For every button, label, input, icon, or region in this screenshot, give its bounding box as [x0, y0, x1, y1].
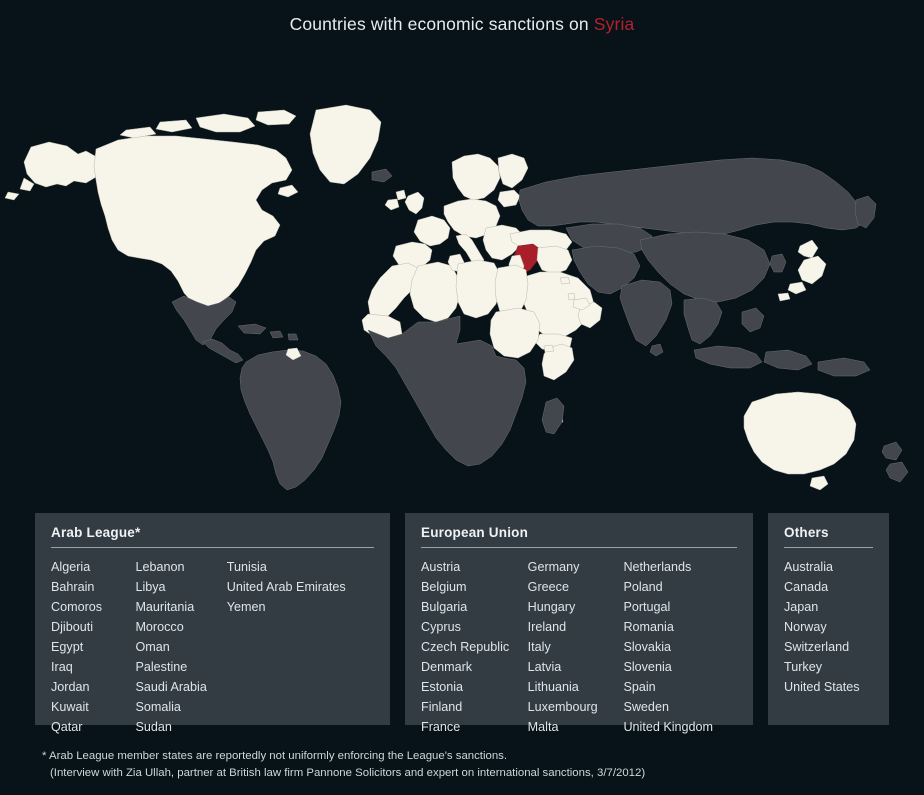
list-item[interactable]: Comoros — [51, 597, 135, 617]
panel-column: Tunisia United Arab Emirates Yemen — [227, 557, 374, 737]
list-item[interactable]: Tunisia — [227, 557, 374, 577]
infographic-root: Countries with economic sanctions on Syr… — [0, 0, 924, 795]
list-item[interactable]: Sweden — [623, 697, 737, 717]
list-item[interactable]: United Arab Emirates — [227, 577, 374, 597]
list-item[interactable]: Iraq — [51, 657, 135, 677]
list-item[interactable]: Lithuania — [528, 677, 624, 697]
title-subject: Syria — [593, 13, 635, 34]
panel-columns: Australia Canada Japan Norway Switzerlan… — [784, 557, 873, 697]
list-item[interactable]: Saudi Arabia — [135, 677, 226, 697]
list-item[interactable]: Kuwait — [51, 697, 135, 717]
panel-divider — [784, 547, 873, 548]
footnote-line-1: * Arab League member states are reported… — [42, 750, 508, 762]
list-item[interactable]: Yemen — [227, 597, 374, 617]
panel-columns: Austria Belgium Bulgaria Cyprus Czech Re… — [421, 557, 737, 737]
list-item[interactable]: Egypt — [51, 637, 135, 657]
panel-column: Australia Canada Japan Norway Switzerlan… — [784, 557, 873, 697]
list-item[interactable]: Libya — [135, 577, 226, 597]
list-item[interactable]: Romania — [623, 617, 737, 637]
list-item[interactable]: Palestine — [135, 657, 226, 677]
list-item[interactable]: Denmark — [421, 657, 528, 677]
list-item[interactable]: United Kingdom — [623, 717, 737, 737]
list-item[interactable]: Cyprus — [421, 617, 528, 637]
list-item[interactable]: Austria — [421, 557, 528, 577]
title-bar: Countries with economic sanctions on Syr… — [0, 0, 924, 48]
list-item[interactable]: Switzerland — [784, 637, 873, 657]
list-item[interactable]: Oman — [135, 637, 226, 657]
list-item[interactable]: Norway — [784, 617, 873, 637]
panel-european-union: European Union Austria Belgium Bulgaria … — [405, 513, 753, 734]
panel-columns: Algeria Bahrain Comoros Djibouti Egypt I… — [51, 557, 374, 737]
panel-column: Netherlands Poland Portugal Romania Slov… — [623, 557, 737, 737]
footnote-line-2: (Interview with Zia Ullah, partner at Br… — [50, 767, 646, 779]
list-item[interactable]: Lebanon — [135, 557, 226, 577]
panel-divider — [421, 547, 737, 548]
list-item[interactable]: Slovakia — [623, 637, 737, 657]
list-item[interactable]: Morocco — [135, 617, 226, 637]
panel-arab-league: Arab League* Algeria Bahrain Comoros Dji… — [35, 513, 390, 734]
list-item[interactable]: Ireland — [528, 617, 624, 637]
list-item[interactable]: Greece — [528, 577, 624, 597]
list-item[interactable]: Belgium — [421, 577, 528, 597]
country-panels: Arab League* Algeria Bahrain Comoros Dji… — [0, 513, 924, 735]
list-item[interactable]: Malta — [528, 717, 624, 737]
page-title: Countries with economic sanctions on Syr… — [290, 14, 635, 35]
list-item[interactable]: Somalia — [135, 697, 226, 717]
panel-heading-others: Others — [784, 525, 829, 540]
panel-column: Austria Belgium Bulgaria Cyprus Czech Re… — [421, 557, 528, 737]
list-item[interactable]: Latvia — [528, 657, 624, 677]
title-prefix: Countries with economic sanctions on — [289, 13, 594, 34]
list-item[interactable]: United States — [784, 677, 873, 697]
list-item[interactable]: Bulgaria — [421, 597, 528, 617]
list-item[interactable]: Netherlands — [623, 557, 737, 577]
list-item[interactable]: Germany — [528, 557, 624, 577]
list-item[interactable]: Qatar — [51, 717, 135, 737]
list-item[interactable]: Japan — [784, 597, 873, 617]
list-item[interactable]: Italy — [528, 637, 624, 657]
list-item[interactable]: Canada — [784, 577, 873, 597]
list-item[interactable]: Jordan — [51, 677, 135, 697]
panel-heading-european-union: European Union — [421, 525, 529, 540]
list-item[interactable]: Czech Republic — [421, 637, 528, 657]
list-item[interactable]: Estonia — [421, 677, 528, 697]
panel-column: Lebanon Libya Mauritania Morocco Oman Pa… — [135, 557, 226, 737]
list-item[interactable]: Slovenia — [623, 657, 737, 677]
panel-column: Algeria Bahrain Comoros Djibouti Egypt I… — [51, 557, 135, 737]
list-item[interactable]: Luxembourg — [528, 697, 624, 717]
panel-column: Germany Greece Hungary Ireland Italy Lat… — [528, 557, 624, 737]
footnote: * Arab League member states are reported… — [42, 748, 902, 782]
panel-others: Others Australia Canada Japan Norway Swi… — [768, 513, 889, 725]
list-item[interactable]: France — [421, 717, 528, 737]
list-item[interactable]: Portugal — [623, 597, 737, 617]
list-item[interactable]: Spain — [623, 677, 737, 697]
list-item[interactable]: Turkey — [784, 657, 873, 677]
list-item[interactable]: Algeria — [51, 557, 135, 577]
panel-divider — [51, 547, 374, 548]
list-item[interactable]: Finland — [421, 697, 528, 717]
list-item[interactable]: Djibouti — [51, 617, 135, 637]
list-item[interactable]: Mauritania — [135, 597, 226, 617]
world-map-svg: .hi { fill:#f7f5e9; stroke:#b9b8ae; stro… — [0, 50, 924, 505]
list-item[interactable]: Poland — [623, 577, 737, 597]
list-item[interactable]: Hungary — [528, 597, 624, 617]
list-item[interactable]: Sudan — [135, 717, 226, 737]
panel-heading-arab-league: Arab League* — [51, 525, 141, 540]
world-map[interactable]: .hi { fill:#f7f5e9; stroke:#b9b8ae; stro… — [0, 50, 924, 505]
list-item[interactable]: Australia — [784, 557, 873, 577]
list-item[interactable]: Bahrain — [51, 577, 135, 597]
